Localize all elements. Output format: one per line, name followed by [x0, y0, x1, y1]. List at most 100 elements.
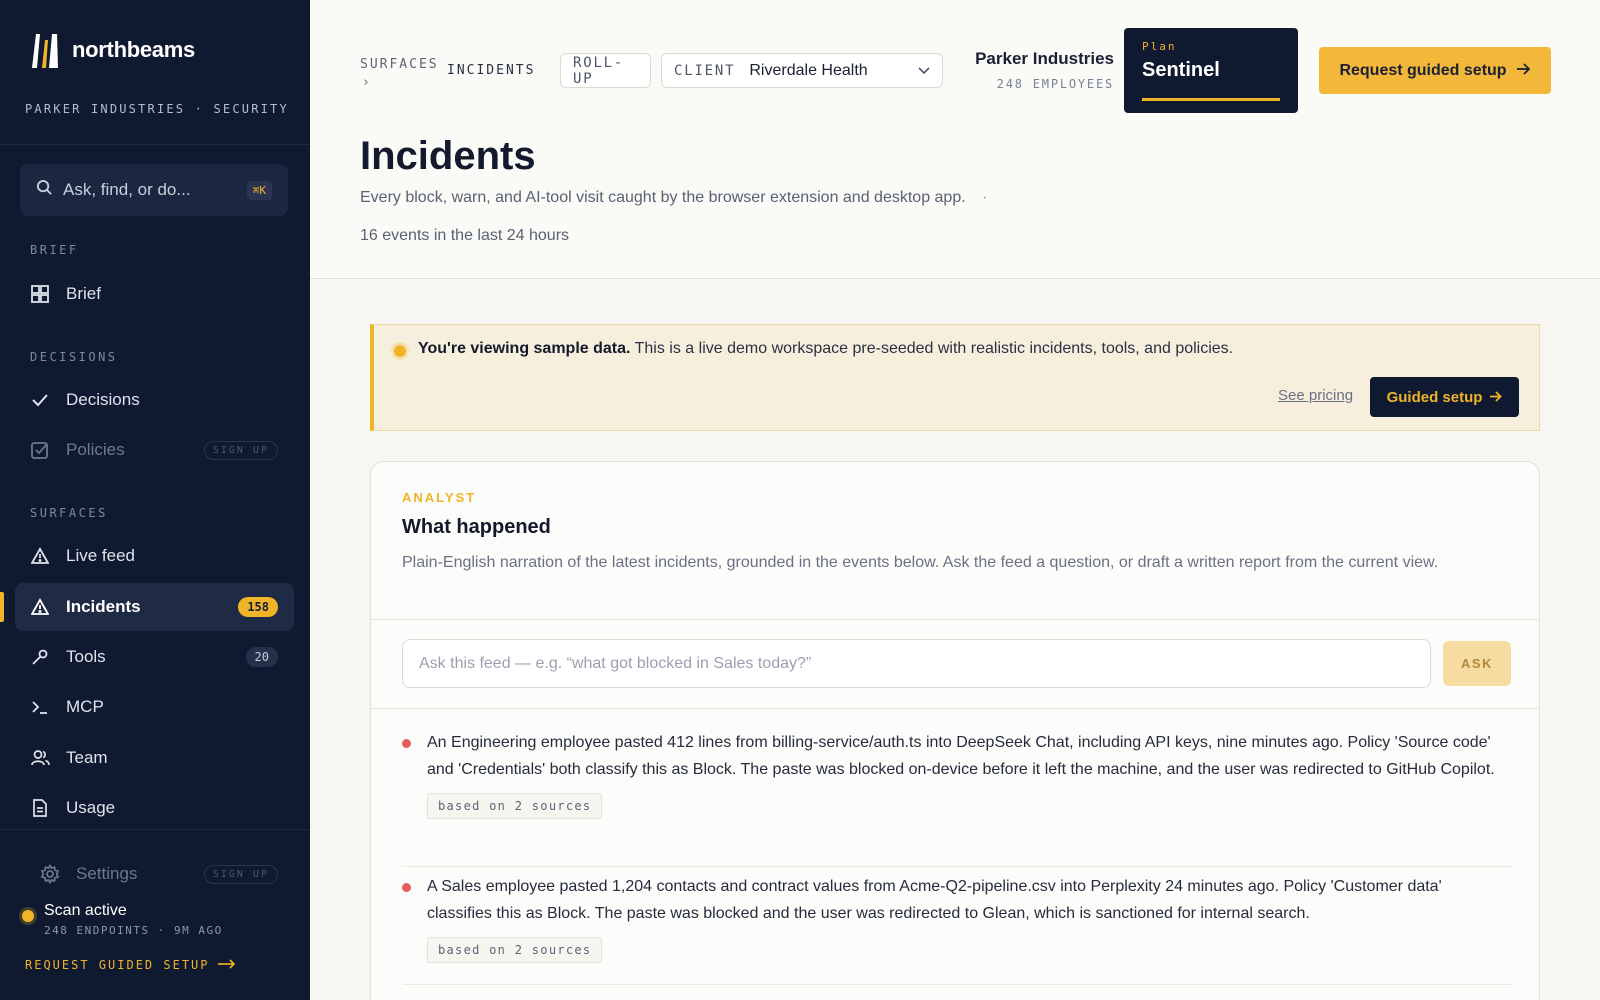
event-count: 16 events in the last 24 hours	[360, 227, 570, 244]
users-icon	[30, 748, 50, 768]
item-divider	[402, 984, 1512, 985]
analyst-title: What happened	[402, 516, 551, 538]
active-indicator	[0, 592, 4, 622]
search-placeholder: Ask, find, or do...	[63, 180, 191, 199]
ask-feed-input[interactable]: Ask this feed — e.g. “what got blocked i…	[402, 639, 1431, 688]
request-guided-setup-link[interactable]: REQUEST GUIDED SETUP	[25, 958, 236, 972]
section-label-decisions: DECISIONS	[30, 350, 118, 364]
sidebar-item-mcp[interactable]: MCP	[15, 683, 294, 731]
sources-chip[interactable]: based on 2 sources	[427, 937, 603, 963]
sidebar-item-usage[interactable]: Usage	[15, 784, 294, 832]
warning-icon	[30, 546, 50, 566]
breadcrumb-root[interactable]: SURFACES	[360, 56, 439, 74]
breadcrumb: SURFACES ›	[360, 56, 439, 92]
sidebar-item-live-feed[interactable]: Live feed	[15, 532, 294, 580]
page-description: Every block, warn, and AI-tool visit cau…	[360, 189, 987, 207]
checkbox-icon	[30, 440, 50, 460]
sidebar-item-label: Live feed	[66, 546, 135, 565]
cta-label: Request guided setup	[1339, 61, 1507, 79]
section-label-brief: BRIEF	[30, 243, 79, 257]
scan-status: Scan active 248 ENDPOINTS · 9M AGO	[22, 902, 223, 937]
guided-setup-button[interactable]: Guided setup	[1370, 377, 1519, 417]
ask-button[interactable]: ASK	[1443, 641, 1511, 686]
command-search[interactable]: Ask, find, or do... ⌘K	[20, 164, 288, 216]
scan-meta: 248 ENDPOINTS · 9M AGO	[44, 924, 223, 937]
list-item: A Sales employee pasted 1,204 contacts a…	[402, 874, 1502, 963]
sidebar-divider	[0, 144, 310, 145]
org-employees: 248 EMPLOYEES	[996, 77, 1114, 91]
request-guided-setup-button[interactable]: Request guided setup	[1319, 47, 1551, 94]
sidebar-item-label: Usage	[66, 798, 116, 817]
terminal-icon	[30, 697, 50, 717]
client-label: CLIENT	[674, 62, 736, 79]
logo-icon	[30, 32, 60, 68]
wrench-icon	[30, 647, 50, 667]
org-line: PARKER INDUSTRIES · SECURITY	[25, 102, 289, 116]
plan-label: Plan	[1142, 40, 1177, 53]
arrow-right-icon	[217, 958, 236, 972]
sidebar-item-label: MCP	[66, 697, 104, 716]
sidebar-item-incidents[interactable]: Incidents 158	[15, 583, 294, 631]
analyst-card: ANALYST What happened Plain-English narr…	[370, 461, 1540, 1000]
guided-setup-label: Guided setup	[1386, 388, 1483, 406]
signup-tag: SIGN UP	[203, 864, 278, 884]
sidebar-item-label: Team	[66, 748, 108, 767]
plan-card[interactable]: Plan Sentinel	[1124, 28, 1298, 113]
severity-dot-icon	[402, 739, 411, 748]
sidebar-item-team[interactable]: Team	[15, 734, 294, 782]
sidebar: northbeams PARKER INDUSTRIES · SECURITY …	[0, 0, 310, 1000]
check-icon	[30, 390, 50, 410]
tools-count-badge: 20	[245, 647, 278, 667]
plan-name: Sentinel	[1142, 59, 1220, 81]
banner-bold: You're viewing sample data.	[418, 340, 631, 357]
incident-narration: A Sales employee pasted 1,204 contacts a…	[427, 878, 1442, 922]
sidebar-item-policies[interactable]: Policies SIGN UP	[15, 426, 294, 474]
page-header: SURFACES › INCIDENTS ROLL-UP CLIENT Rive…	[310, 0, 1600, 279]
sidebar-item-label: Brief	[66, 284, 101, 303]
card-divider	[371, 619, 1539, 620]
chevron-down-icon	[918, 63, 930, 79]
list-item: An Engineering employee pasted 412 lines…	[402, 730, 1502, 819]
section-label-surfaces: SURFACES	[30, 506, 108, 520]
arrow-right-icon	[1490, 389, 1503, 406]
incidents-count-badge: 158	[238, 597, 278, 617]
ask-feed-placeholder: Ask this feed — e.g. “what got blocked i…	[419, 654, 812, 672]
warning-icon	[30, 597, 50, 617]
plan-underline	[1142, 98, 1280, 101]
item-divider	[402, 866, 1512, 867]
sources-chip[interactable]: based on 2 sources	[427, 793, 603, 819]
severity-dot-icon	[402, 883, 411, 892]
org-name: Parker Industries	[975, 49, 1114, 68]
scan-title: Scan active	[44, 902, 127, 919]
page-description-text: Every block, warn, and AI-tool visit cau…	[360, 189, 966, 206]
brand-name: northbeams	[72, 37, 195, 62]
arrow-right-icon	[1516, 62, 1531, 80]
breadcrumb-current: INCIDENTS	[447, 63, 536, 78]
request-link-label: REQUEST GUIDED SETUP	[25, 958, 210, 972]
rollup-button[interactable]: ROLL-UP	[560, 53, 651, 88]
sidebar-item-label: Settings	[76, 864, 138, 883]
document-icon	[30, 798, 50, 818]
sidebar-item-tools[interactable]: Tools 20	[15, 633, 294, 681]
sidebar-item-brief[interactable]: Brief	[15, 270, 294, 318]
client-value: Riverdale Health	[749, 61, 868, 79]
description-separator: ·	[982, 189, 988, 206]
analyst-eyebrow: ANALYST	[402, 490, 477, 505]
sidebar-item-label: Decisions	[66, 390, 140, 409]
brand[interactable]: northbeams	[30, 30, 195, 70]
sidebar-item-label: Tools	[66, 647, 106, 666]
sidebar-item-settings[interactable]: Settings SIGN UP	[25, 850, 294, 898]
incident-narration: An Engineering employee pasted 412 lines…	[427, 734, 1495, 778]
sample-data-banner: You're viewing sample data. This is a li…	[370, 324, 1540, 431]
info-dot-icon	[394, 345, 406, 357]
status-dot-icon	[22, 910, 34, 922]
sidebar-item-label: Policies	[66, 440, 125, 459]
sidebar-divider	[0, 829, 310, 830]
client-select[interactable]: CLIENT Riverdale Health	[661, 53, 943, 88]
see-pricing-link[interactable]: See pricing	[1278, 387, 1353, 404]
gear-icon	[40, 864, 60, 884]
grid-icon	[30, 284, 50, 304]
sidebar-item-decisions[interactable]: Decisions	[15, 376, 294, 424]
card-divider	[371, 708, 1539, 709]
sidebar-item-label: Incidents	[66, 597, 141, 616]
